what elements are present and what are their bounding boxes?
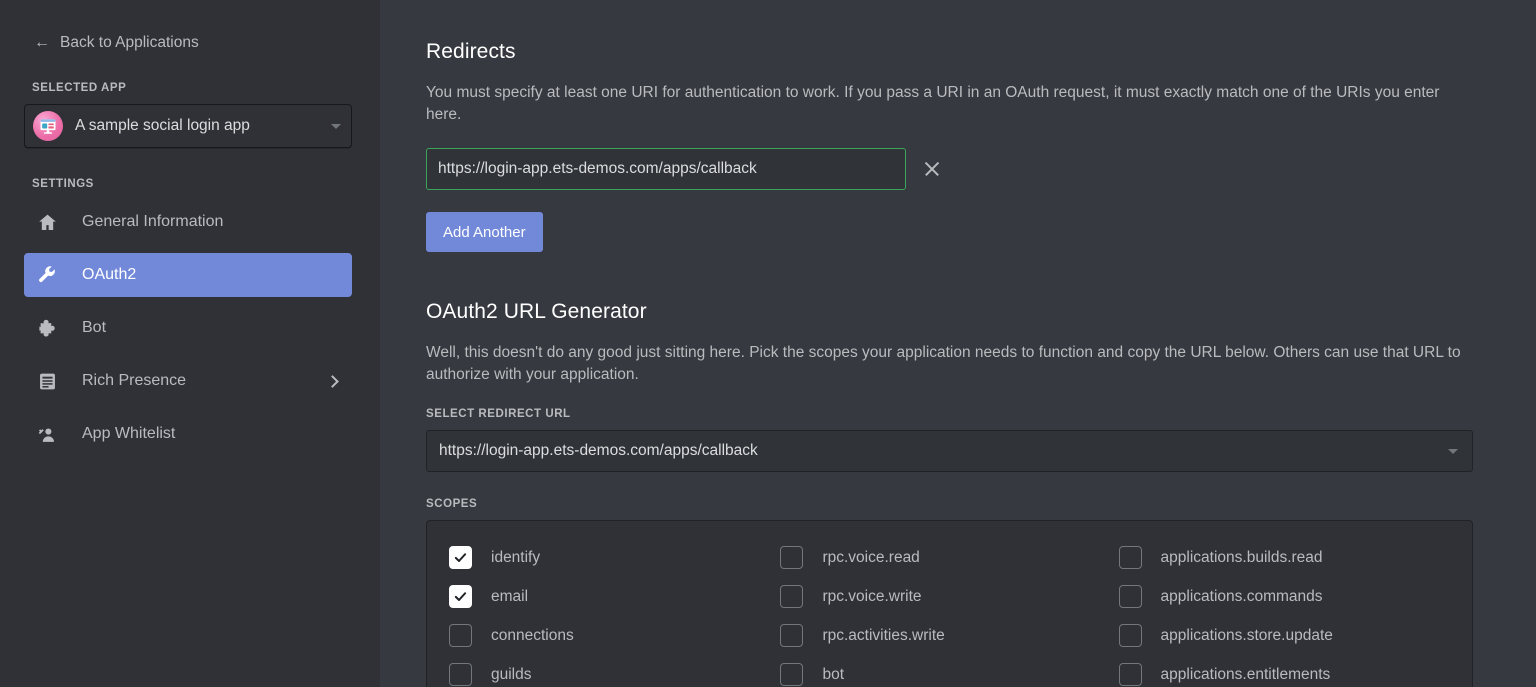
app-root: ← Back to Applications SELECTED APP A sa…: [0, 0, 1536, 687]
scope-checkbox[interactable]: [780, 585, 804, 608]
main-content: Redirects You must specify at least one …: [380, 0, 1536, 687]
chevron-down-icon: [1448, 448, 1458, 454]
back-to-applications-link[interactable]: ← Back to Applications: [34, 32, 380, 54]
scope-label: applications.builds.read: [1160, 548, 1323, 566]
arrow-left-icon: ←: [34, 34, 50, 51]
app-selector-dropdown[interactable]: A sample social login app: [24, 104, 352, 148]
scope-checkbox[interactable]: [780, 546, 804, 569]
chevron-down-icon: [331, 123, 341, 129]
url-generator-description: Well, this doesn't do any good just sitt…: [426, 344, 1461, 383]
scope-item-rpc-activities-write[interactable]: rpc.activities.write: [780, 623, 1118, 648]
sidebar-item-rich-presence[interactable]: Rich Presence: [24, 359, 352, 403]
avatar: [33, 111, 63, 141]
scope-checkbox[interactable]: [449, 663, 472, 686]
scope-label: rpc.activities.write: [822, 626, 945, 644]
scope-label: applications.entitlements: [1160, 665, 1331, 683]
back-link-label: Back to Applications: [60, 34, 199, 51]
redirect-url-select-value: https://login-app.ets-demos.com/apps/cal…: [439, 442, 758, 459]
scope-checkbox[interactable]: [449, 624, 472, 647]
redirects-description: You must specify at least one URI for au…: [426, 84, 1440, 123]
select-redirect-url-label: SELECT REDIRECT URL: [426, 408, 571, 420]
scope-item-guilds[interactable]: guilds: [449, 662, 780, 687]
scope-checkbox[interactable]: [1118, 663, 1142, 686]
document-list-icon: [36, 370, 58, 392]
sidebar-item-label: Bot: [82, 319, 107, 336]
settings-label: SETTINGS: [32, 178, 94, 190]
scope-label: identify: [491, 548, 541, 566]
remove-redirect-button[interactable]: [920, 157, 944, 181]
scope-item-connections[interactable]: connections: [449, 623, 780, 648]
scope-column: identify email connections guilds: [449, 545, 780, 687]
wrench-icon: [36, 264, 58, 286]
scope-item-rpc-voice-read[interactable]: rpc.voice.read: [780, 545, 1118, 570]
scopes-label: SCOPES: [426, 498, 478, 510]
person-check-icon: [36, 423, 58, 445]
puzzle-piece-icon: [36, 317, 58, 339]
sidebar: ← Back to Applications SELECTED APP A sa…: [0, 0, 380, 687]
scope-label: applications.commands: [1160, 587, 1323, 605]
sidebar-item-label: App Whitelist: [82, 425, 176, 442]
scope-checkbox[interactable]: [449, 546, 472, 569]
scope-item-applications-commands[interactable]: applications.commands: [1118, 584, 1450, 609]
scope-label: rpc.voice.read: [822, 548, 920, 566]
scope-item-applications-store-update[interactable]: applications.store.update: [1118, 623, 1450, 648]
sidebar-item-general-information[interactable]: General Information: [24, 200, 352, 244]
sidebar-item-label: OAuth2: [82, 266, 137, 283]
redirect-url-select[interactable]: https://login-app.ets-demos.com/apps/cal…: [426, 430, 1473, 472]
settings-nav: General Information OAuth2 Bot Rich Pres…: [24, 200, 352, 456]
scopes-panel: identify email connections guilds rpc.voice…: [426, 520, 1473, 687]
sidebar-item-oauth2[interactable]: OAuth2: [24, 253, 352, 297]
scope-label: rpc.voice.write: [822, 587, 922, 605]
selected-app-label: SELECTED APP: [32, 82, 127, 94]
scope-item-applications-builds-read[interactable]: applications.builds.read: [1118, 545, 1450, 570]
sidebar-item-app-whitelist[interactable]: App Whitelist: [24, 412, 352, 456]
scope-column: applications.builds.read applications.com…: [1118, 545, 1450, 687]
scope-checkbox[interactable]: [780, 663, 804, 686]
scope-item-bot[interactable]: bot: [780, 662, 1118, 687]
sidebar-item-label: General Information: [82, 213, 224, 230]
scope-label: connections: [491, 626, 574, 644]
home-icon: [36, 211, 58, 233]
selected-app-name: A sample social login app: [75, 117, 250, 134]
sidebar-item-label: Rich Presence: [82, 372, 187, 389]
scope-item-identify[interactable]: identify: [449, 545, 780, 570]
scope-column: rpc.voice.read rpc.voice.write rpc.activit…: [780, 545, 1118, 687]
redirect-uri-input[interactable]: [426, 148, 906, 190]
scope-label: guilds: [491, 665, 532, 683]
scope-item-rpc-voice-write[interactable]: rpc.voice.write: [780, 584, 1118, 609]
scope-checkbox[interactable]: [780, 624, 804, 647]
scope-label: email: [491, 587, 529, 605]
scope-label: bot: [822, 665, 845, 683]
add-another-button[interactable]: Add Another: [426, 212, 543, 252]
chevron-right-icon: [326, 374, 339, 388]
scope-checkbox[interactable]: [1118, 585, 1142, 608]
scope-label: applications.store.update: [1160, 626, 1333, 644]
scope-item-applications-entitlements[interactable]: applications.entitlements: [1118, 662, 1450, 687]
scope-checkbox[interactable]: [1118, 546, 1142, 569]
url-generator-title: OAuth2 URL Generator: [426, 300, 647, 323]
scope-item-email[interactable]: email: [449, 584, 780, 609]
scope-checkbox[interactable]: [1118, 624, 1142, 647]
redirect-row: [426, 148, 1536, 190]
scope-checkbox[interactable]: [449, 585, 472, 608]
redirects-title: Redirects: [426, 40, 516, 63]
sidebar-item-bot[interactable]: Bot: [24, 306, 352, 350]
